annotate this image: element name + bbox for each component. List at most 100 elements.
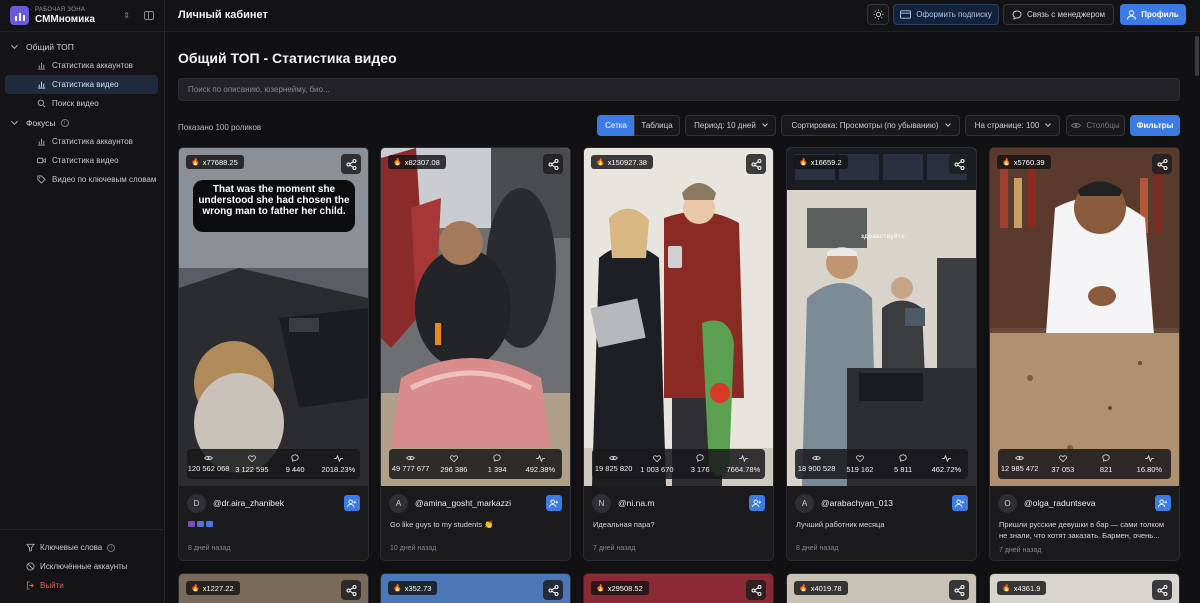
emoji-icon	[206, 521, 213, 527]
video-thumbnail[interactable]	[787, 148, 976, 486]
video-card[interactable]: 🔥 x352.73	[380, 573, 571, 603]
nav-group-focus[interactable]: Фокусы i	[0, 113, 164, 132]
avatar[interactable]: D	[187, 493, 206, 513]
profile-label: Профиль	[1141, 10, 1179, 19]
video-thumbnail[interactable]	[381, 148, 570, 486]
fire-icon: 🔥	[799, 159, 808, 166]
share-button[interactable]	[1152, 154, 1172, 174]
sidebar-item-label: Выйти	[40, 581, 64, 590]
avatar[interactable]: O	[998, 493, 1017, 513]
add-to-focus-button[interactable]	[1155, 495, 1171, 511]
video-description: Идеальная пара?	[593, 520, 655, 529]
search-input[interactable]	[178, 78, 1180, 101]
nav-group-label: Фокусы	[26, 117, 56, 128]
share-button[interactable]	[1152, 580, 1172, 600]
columns-button[interactable]: Столбцы	[1066, 115, 1125, 136]
likes-stat: 37 053	[1041, 449, 1084, 479]
toggle-sidebar-icon[interactable]	[144, 11, 154, 20]
workspace-switcher[interactable]: РАБОЧАЯ ЗОНА СММномика ⇕	[0, 0, 164, 32]
author-username[interactable]: @olga_raduntseva	[1024, 498, 1155, 508]
avatar[interactable]: N	[592, 493, 611, 513]
video-card[interactable]: 🔥 x4019.78	[786, 573, 977, 603]
video-card[interactable]: 🔥 x1227.22	[178, 573, 369, 603]
multiplier-value: x352.73	[404, 583, 432, 593]
add-to-focus-button[interactable]	[952, 495, 968, 511]
view-grid-button[interactable]: Сетка	[597, 115, 635, 136]
comment-icon	[1102, 454, 1110, 462]
share-button[interactable]	[543, 154, 563, 174]
theme-toggle-button[interactable]	[867, 4, 889, 25]
add-to-focus-button[interactable]	[344, 495, 360, 511]
sidebar-item-video-search[interactable]: Поиск видео	[5, 94, 158, 113]
pulse-icon	[1145, 454, 1154, 462]
view-table-button[interactable]: Таблица	[634, 115, 680, 136]
nav-group-top[interactable]: Общий ТОП	[0, 37, 164, 56]
sidebar-item-focus-video-stats[interactable]: Статистика видео	[5, 151, 158, 170]
search-icon	[37, 99, 46, 108]
contact-manager-button[interactable]: Связь с менеджером	[1003, 4, 1114, 25]
share-icon	[346, 158, 356, 170]
comment-icon	[291, 454, 299, 462]
workspace-name: СММномика	[35, 13, 95, 25]
views-stat: 49 777 677	[389, 449, 432, 479]
video-thumbnail[interactable]	[990, 148, 1179, 486]
sidebar-item-focus-account-stats[interactable]: Статистика аккаунтов	[5, 132, 158, 151]
emoji-icon	[188, 521, 195, 527]
sort-label: Сортировка: Просмотры (по убыванию)	[791, 121, 939, 130]
share-button[interactable]	[949, 154, 969, 174]
share-button[interactable]	[341, 154, 361, 174]
per-page-select[interactable]: На странице: 100	[965, 115, 1060, 136]
share-button[interactable]	[949, 580, 969, 600]
video-card[interactable]: здравствуйте 🔥 x16659.2 18 900 528 519 16…	[786, 147, 977, 561]
author-username[interactable]: @arabachyan_013	[821, 498, 952, 508]
author-row: N @ni.na.m	[592, 493, 765, 513]
ban-icon	[26, 562, 35, 571]
video-card[interactable]: 🔥 x29508.52	[583, 573, 774, 603]
video-card[interactable]: 🔥 x4361.9	[989, 573, 1180, 603]
add-to-focus-button[interactable]	[749, 495, 765, 511]
bar-chart-icon	[37, 62, 46, 70]
chevron-updown-icon[interactable]: ⇕	[123, 11, 130, 20]
page-scrollbar[interactable]	[1195, 36, 1199, 76]
heart-icon	[855, 454, 864, 462]
avatar[interactable]: A	[795, 493, 814, 513]
sidebar-item-top-video-stats[interactable]: Статистика видео	[5, 75, 158, 94]
growth-multiplier-badge: 🔥 x82307.08	[388, 155, 446, 169]
filters-button[interactable]: Фильтры	[1130, 115, 1180, 136]
video-card[interactable]: 🔥 x5760.39 12 985 472 37 053 821 16.80% O…	[989, 147, 1180, 561]
video-thumbnail[interactable]	[584, 148, 773, 486]
video-card[interactable]: 🔥 x82307.08 49 777 677 296 386 1 394 492.…	[380, 147, 571, 561]
video-card[interactable]: That was the moment she understood she h…	[178, 147, 369, 561]
author-username[interactable]: @dr.aira_zhanibek	[213, 498, 344, 508]
video-card[interactable]: 🔥 x150927.38 19 825 820 1 003 670 3 176 7…	[583, 147, 774, 561]
sidebar-item-keyword-videos[interactable]: Видео по ключевым словам	[5, 170, 158, 189]
profile-button[interactable]: Профиль	[1120, 4, 1186, 25]
sidebar-item-keywords[interactable]: Ключевые слова i	[0, 538, 165, 557]
share-button[interactable]	[341, 580, 361, 600]
comments-stat: 3 176	[679, 449, 722, 479]
user-icon	[1127, 9, 1137, 20]
info-icon[interactable]: i	[60, 118, 69, 127]
add-to-focus-button[interactable]	[546, 495, 562, 511]
author-username[interactable]: @ni.na.m	[618, 498, 749, 508]
period-select[interactable]: Период: 10 дней	[685, 115, 776, 136]
pulse-icon	[942, 454, 951, 462]
subscribe-button[interactable]: Оформить подписку	[893, 4, 999, 25]
subscribe-label: Оформить подписку	[916, 10, 992, 19]
engagement-stat: 462.72%	[925, 449, 968, 479]
share-button[interactable]	[543, 580, 563, 600]
author-row: A @arabachyan_013	[795, 493, 968, 513]
video-overlay-caption: That was the moment she understood she h…	[198, 184, 350, 217]
bar-chart-icon	[37, 138, 46, 146]
sort-select[interactable]: Сортировка: Просмотры (по убыванию)	[781, 115, 960, 136]
info-icon[interactable]: i	[107, 543, 116, 552]
share-button[interactable]	[746, 580, 766, 600]
sidebar-item-excluded-accounts[interactable]: Исключённые аккаунты	[0, 557, 165, 576]
heart-icon	[652, 454, 661, 462]
share-button[interactable]	[746, 154, 766, 174]
avatar[interactable]: A	[389, 493, 408, 513]
logout-button[interactable]: Выйти	[0, 576, 165, 595]
author-username[interactable]: @amina_gosht_markazzi	[415, 498, 546, 508]
sidebar-item-top-account-stats[interactable]: Статистика аккаунтов	[5, 56, 158, 75]
fire-icon: 🔥	[191, 585, 200, 592]
